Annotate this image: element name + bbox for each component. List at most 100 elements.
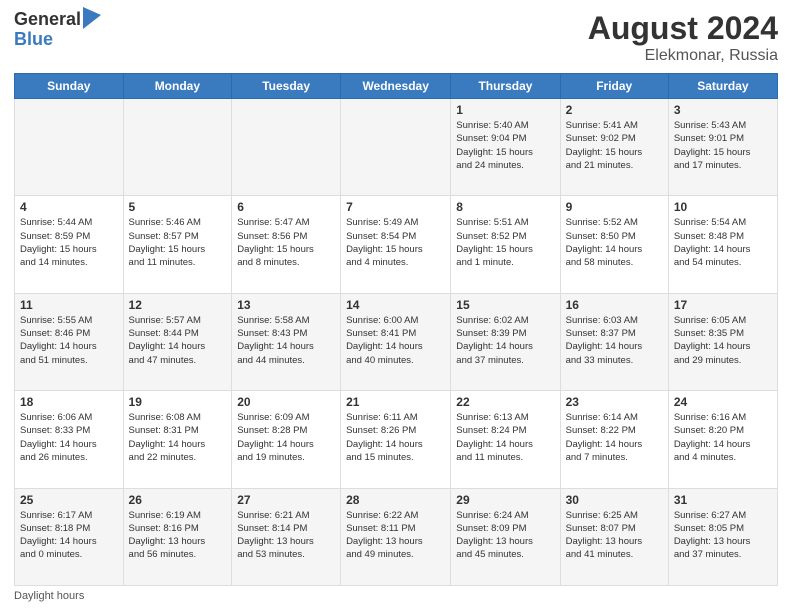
week-row-3: 11 Sunrise: 5:55 AM Sunset: 8:46 PM Dayli… bbox=[15, 293, 778, 390]
day-number: 12 bbox=[129, 298, 227, 312]
day-number: 24 bbox=[674, 395, 772, 409]
day-info: Sunrise: 6:11 AM Sunset: 8:26 PM Dayligh… bbox=[346, 411, 445, 464]
day-info: Sunrise: 6:16 AM Sunset: 8:20 PM Dayligh… bbox=[674, 411, 772, 464]
day-header-thursday: Thursday bbox=[451, 74, 560, 99]
calendar-table: SundayMondayTuesdayWednesdayThursdayFrid… bbox=[14, 73, 778, 586]
day-info: Sunrise: 6:22 AM Sunset: 8:11 PM Dayligh… bbox=[346, 509, 445, 562]
day-info: Sunrise: 6:25 AM Sunset: 8:07 PM Dayligh… bbox=[566, 509, 663, 562]
day-number: 15 bbox=[456, 298, 554, 312]
location: Elekmonar, Russia bbox=[588, 47, 778, 65]
week-row-2: 4 Sunrise: 5:44 AM Sunset: 8:59 PM Daylig… bbox=[15, 196, 778, 293]
calendar-cell: 24 Sunrise: 6:16 AM Sunset: 8:20 PM Dayli… bbox=[668, 391, 777, 488]
day-number: 19 bbox=[129, 395, 227, 409]
calendar: SundayMondayTuesdayWednesdayThursdayFrid… bbox=[14, 73, 778, 586]
day-number: 11 bbox=[20, 298, 118, 312]
logo: General Blue bbox=[14, 10, 101, 50]
day-header-saturday: Saturday bbox=[668, 74, 777, 99]
day-header-tuesday: Tuesday bbox=[232, 74, 341, 99]
day-info: Sunrise: 6:08 AM Sunset: 8:31 PM Dayligh… bbox=[129, 411, 227, 464]
calendar-cell: 22Sunrise: 6:13 AM Sunset: 8:24 PM Dayli… bbox=[451, 391, 560, 488]
day-info: Sunrise: 5:51 AM Sunset: 8:52 PM Dayligh… bbox=[456, 216, 554, 269]
day-number: 10 bbox=[674, 200, 772, 214]
calendar-cell: 19 Sunrise: 6:08 AM Sunset: 8:31 PM Dayli… bbox=[123, 391, 232, 488]
day-info: Sunrise: 6:14 AM Sunset: 8:22 PM Dayligh… bbox=[566, 411, 663, 464]
day-number: 2 bbox=[566, 103, 663, 117]
day-info: Sunrise: 5:44 AM Sunset: 8:59 PM Dayligh… bbox=[20, 216, 118, 269]
day-header-wednesday: Wednesday bbox=[341, 74, 451, 99]
calendar-cell: 6 Sunrise: 5:47 AM Sunset: 8:56 PM Daylig… bbox=[232, 196, 341, 293]
day-number: 8 bbox=[456, 200, 554, 214]
day-info: Sunrise: 5:55 AM Sunset: 8:46 PM Dayligh… bbox=[20, 314, 118, 367]
day-info: Sunrise: 6:05 AM Sunset: 8:35 PM Dayligh… bbox=[674, 314, 772, 367]
footer-note: Daylight hours bbox=[14, 590, 778, 602]
calendar-cell bbox=[232, 99, 341, 196]
day-number: 20 bbox=[237, 395, 335, 409]
day-number: 26 bbox=[129, 493, 227, 507]
day-number: 6 bbox=[237, 200, 335, 214]
day-info: Sunrise: 5:54 AM Sunset: 8:48 PM Dayligh… bbox=[674, 216, 772, 269]
calendar-cell: 15Sunrise: 6:02 AM Sunset: 8:39 PM Dayli… bbox=[451, 293, 560, 390]
calendar-cell: 30 Sunrise: 6:25 AM Sunset: 8:07 PM Dayli… bbox=[560, 488, 668, 585]
day-number: 21 bbox=[346, 395, 445, 409]
logo-general: General bbox=[14, 10, 81, 30]
calendar-cell: 26 Sunrise: 6:19 AM Sunset: 8:16 PM Dayli… bbox=[123, 488, 232, 585]
day-info: Sunrise: 6:19 AM Sunset: 8:16 PM Dayligh… bbox=[129, 509, 227, 562]
calendar-cell: 14Sunrise: 6:00 AM Sunset: 8:41 PM Dayli… bbox=[341, 293, 451, 390]
day-number: 25 bbox=[20, 493, 118, 507]
week-row-5: 25 Sunrise: 6:17 AM Sunset: 8:18 PM Dayli… bbox=[15, 488, 778, 585]
day-info: Sunrise: 5:52 AM Sunset: 8:50 PM Dayligh… bbox=[566, 216, 663, 269]
day-info: Sunrise: 5:46 AM Sunset: 8:57 PM Dayligh… bbox=[129, 216, 227, 269]
calendar-cell: 12Sunrise: 5:57 AM Sunset: 8:44 PM Dayli… bbox=[123, 293, 232, 390]
calendar-cell: 28 Sunrise: 6:22 AM Sunset: 8:11 PM Dayli… bbox=[341, 488, 451, 585]
day-number: 17 bbox=[674, 298, 772, 312]
calendar-cell: 7 Sunrise: 5:49 AM Sunset: 8:54 PM Daylig… bbox=[341, 196, 451, 293]
calendar-cell: 11 Sunrise: 5:55 AM Sunset: 8:46 PM Dayli… bbox=[15, 293, 124, 390]
day-number: 13 bbox=[237, 298, 335, 312]
calendar-cell: 25 Sunrise: 6:17 AM Sunset: 8:18 PM Dayli… bbox=[15, 488, 124, 585]
day-info: Sunrise: 5:47 AM Sunset: 8:56 PM Dayligh… bbox=[237, 216, 335, 269]
logo-text: General Blue bbox=[14, 10, 101, 50]
day-header-friday: Friday bbox=[560, 74, 668, 99]
day-info: Sunrise: 6:06 AM Sunset: 8:33 PM Dayligh… bbox=[20, 411, 118, 464]
calendar-cell: 5 Sunrise: 5:46 AM Sunset: 8:57 PM Daylig… bbox=[123, 196, 232, 293]
day-info: Sunrise: 5:58 AM Sunset: 8:43 PM Dayligh… bbox=[237, 314, 335, 367]
day-number: 27 bbox=[237, 493, 335, 507]
day-number: 3 bbox=[674, 103, 772, 117]
logo-icon bbox=[83, 7, 101, 29]
header: General Blue August 2024 Elekmonar, Russ… bbox=[14, 10, 778, 65]
day-number: 29 bbox=[456, 493, 554, 507]
month-year: August 2024 bbox=[588, 10, 778, 47]
calendar-cell: 10 Sunrise: 5:54 AM Sunset: 8:48 PM Dayli… bbox=[668, 196, 777, 293]
day-info: Sunrise: 6:24 AM Sunset: 8:09 PM Dayligh… bbox=[456, 509, 554, 562]
calendar-cell: 31 Sunrise: 6:27 AM Sunset: 8:05 PM Dayli… bbox=[668, 488, 777, 585]
calendar-cell: 8 Sunrise: 5:51 AM Sunset: 8:52 PM Daylig… bbox=[451, 196, 560, 293]
calendar-cell: 16Sunrise: 6:03 AM Sunset: 8:37 PM Dayli… bbox=[560, 293, 668, 390]
day-info: Sunrise: 5:41 AM Sunset: 9:02 PM Dayligh… bbox=[566, 119, 663, 172]
logo-blue: Blue bbox=[14, 30, 101, 50]
day-number: 9 bbox=[566, 200, 663, 214]
calendar-cell: 3 Sunrise: 5:43 AM Sunset: 9:01 PM Daylig… bbox=[668, 99, 777, 196]
day-info: Sunrise: 6:27 AM Sunset: 8:05 PM Dayligh… bbox=[674, 509, 772, 562]
calendar-cell: 21 Sunrise: 6:11 AM Sunset: 8:26 PM Dayli… bbox=[341, 391, 451, 488]
day-info: Sunrise: 5:43 AM Sunset: 9:01 PM Dayligh… bbox=[674, 119, 772, 172]
calendar-cell: 29 Sunrise: 6:24 AM Sunset: 8:09 PM Dayli… bbox=[451, 488, 560, 585]
day-info: Sunrise: 6:03 AM Sunset: 8:37 PM Dayligh… bbox=[566, 314, 663, 367]
calendar-cell: 18Sunrise: 6:06 AM Sunset: 8:33 PM Dayli… bbox=[15, 391, 124, 488]
day-info: Sunrise: 6:17 AM Sunset: 8:18 PM Dayligh… bbox=[20, 509, 118, 562]
day-number: 31 bbox=[674, 493, 772, 507]
calendar-cell: 2 Sunrise: 5:41 AM Sunset: 9:02 PM Daylig… bbox=[560, 99, 668, 196]
day-number: 5 bbox=[129, 200, 227, 214]
day-info: Sunrise: 5:49 AM Sunset: 8:54 PM Dayligh… bbox=[346, 216, 445, 269]
calendar-cell: 17 Sunrise: 6:05 AM Sunset: 8:35 PM Dayli… bbox=[668, 293, 777, 390]
calendar-cell: 1Sunrise: 5:40 AM Sunset: 9:04 PM Daylig… bbox=[451, 99, 560, 196]
calendar-cell: 20Sunrise: 6:09 AM Sunset: 8:28 PM Dayli… bbox=[232, 391, 341, 488]
day-info: Sunrise: 6:21 AM Sunset: 8:14 PM Dayligh… bbox=[237, 509, 335, 562]
day-number: 4 bbox=[20, 200, 118, 214]
day-number: 30 bbox=[566, 493, 663, 507]
day-number: 7 bbox=[346, 200, 445, 214]
day-number: 28 bbox=[346, 493, 445, 507]
day-info: Sunrise: 6:00 AM Sunset: 8:41 PM Dayligh… bbox=[346, 314, 445, 367]
week-row-4: 18Sunrise: 6:06 AM Sunset: 8:33 PM Dayli… bbox=[15, 391, 778, 488]
day-info: Sunrise: 5:40 AM Sunset: 9:04 PM Dayligh… bbox=[456, 119, 554, 172]
calendar-cell bbox=[341, 99, 451, 196]
